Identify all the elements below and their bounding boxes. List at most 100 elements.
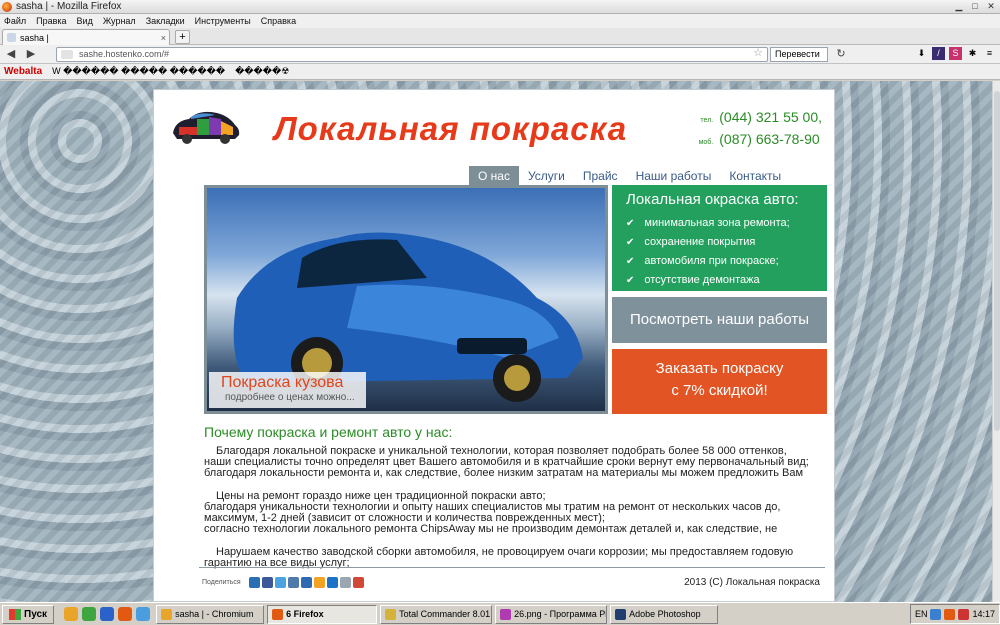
- feature-item: автомобиля при покраске;: [626, 252, 827, 271]
- task-label: Total Commander 8.01 - ...: [399, 608, 491, 619]
- tab-close-icon[interactable]: ×: [161, 33, 166, 43]
- task-firefox[interactable]: 6 Firefox: [267, 604, 378, 624]
- menu-file[interactable]: Файл: [4, 14, 26, 28]
- nav-about[interactable]: О нас: [469, 166, 519, 186]
- ie-icon[interactable]: [100, 607, 115, 621]
- linkedin-icon[interactable]: [248, 577, 260, 588]
- window-controls: ▁ □ ✕: [952, 1, 998, 12]
- phone-1: (044) 321 55 00,: [719, 109, 822, 125]
- chrome-icon[interactable]: [64, 607, 79, 621]
- translate-button[interactable]: Перевести: [770, 47, 828, 62]
- tray-icon[interactable]: [958, 608, 970, 620]
- bookmark-item-3[interactable]: �����☢: [235, 66, 289, 77]
- bookmarks-bar: Webalta W ������ ����� ������ �����☢: [0, 64, 1000, 80]
- blogger-icon[interactable]: [300, 577, 312, 588]
- order-line-2: с 7% скидкой!: [671, 382, 768, 399]
- task-label: sasha | - Chromium: [175, 608, 254, 619]
- menu-tools[interactable]: Инструменты: [195, 14, 251, 28]
- nav-price[interactable]: Прайс: [574, 166, 627, 186]
- toolbar-icons: ⬇ / S ✱ ≡: [915, 47, 996, 60]
- forward-icon[interactable]: ▶: [22, 47, 40, 62]
- bookmark-star-icon[interactable]: ☆: [753, 47, 763, 60]
- menu-view[interactable]: Вид: [77, 14, 93, 28]
- tray-icon[interactable]: [944, 608, 956, 620]
- features-title: Локальная окраска авто:: [626, 191, 799, 208]
- car-logo-icon: [173, 111, 240, 144]
- navigation-bar: ◀ ▶ sashe.hostenko.com/# ☆ Перевести ↻ ⬇…: [0, 45, 1000, 64]
- site-identity-icon[interactable]: [61, 50, 73, 59]
- phone-label-1: тел.: [700, 117, 714, 124]
- share-bar: Поделиться: [202, 577, 364, 588]
- vk-icon[interactable]: [287, 577, 299, 588]
- back-icon[interactable]: ◀: [2, 47, 20, 62]
- photoshop-icon: [615, 608, 627, 620]
- tab-strip: sasha | × +: [0, 28, 1000, 45]
- total-commander-icon: [385, 608, 397, 620]
- task-chromium[interactable]: sasha | - Chromium: [156, 604, 265, 624]
- menu-icon[interactable]: ≡: [983, 47, 996, 60]
- task-photoshop[interactable]: Adobe Photoshop: [610, 604, 719, 624]
- s-addon-icon[interactable]: S: [949, 47, 962, 60]
- menu-bookmarks[interactable]: Закладки: [146, 14, 185, 28]
- menu-bar: Файл Правка Вид Журнал Закладки Инструме…: [0, 14, 1000, 28]
- menu-help[interactable]: Справка: [261, 14, 296, 28]
- share-label: Поделиться: [202, 579, 241, 586]
- mailru-icon[interactable]: [326, 577, 338, 588]
- order-discount-button[interactable]: Заказать покраску с 7% скидкой!: [612, 349, 827, 414]
- link-icon[interactable]: [339, 577, 351, 588]
- addon-icon[interactable]: /: [932, 47, 945, 60]
- hero-caption[interactable]: Покраска кузова подробнее о ценах можно.…: [209, 372, 366, 408]
- feature-item: сохранение покрытия: [626, 233, 827, 252]
- tab-sasha[interactable]: sasha | ×: [2, 29, 170, 45]
- nav-services[interactable]: Услуги: [519, 166, 574, 186]
- start-button[interactable]: Пуск: [2, 604, 55, 624]
- twitter-icon[interactable]: [274, 577, 286, 588]
- view-works-button[interactable]: Посмотреть наши работы: [612, 297, 827, 343]
- vertical-scrollbar[interactable]: [992, 81, 1000, 602]
- hero-caption-title: Покраска кузова: [221, 374, 344, 391]
- menu-edit[interactable]: Правка: [36, 14, 66, 28]
- reload-icon[interactable]: ↻: [832, 47, 850, 62]
- features-box: Локальная окраска авто: минимальная зона…: [612, 185, 827, 291]
- why-heading: Почему покраска и ремонт авто у нас:: [204, 424, 453, 440]
- feature-item: минимальная зона ремонта;: [626, 214, 827, 233]
- taskbar: Пуск sasha | - Chromium 6 Firefox Total …: [0, 602, 1000, 625]
- firefox-icon: [2, 1, 12, 12]
- nav-contacts[interactable]: Контакты: [720, 166, 790, 186]
- bookmark-item-2[interactable]: W ������ ����� ������: [52, 66, 225, 77]
- footer-divider: [199, 567, 825, 568]
- windows-logo-icon: [9, 608, 21, 620]
- nav-works[interactable]: Наши работы: [627, 166, 721, 186]
- task-total-commander[interactable]: Total Commander 8.01 - ...: [380, 604, 493, 624]
- minimize-button[interactable]: ▁: [952, 1, 966, 12]
- start-label: Пуск: [24, 608, 48, 620]
- app-icon[interactable]: [82, 607, 97, 621]
- site-title: Локальная покраска: [274, 110, 628, 147]
- googleplus-icon[interactable]: [352, 577, 364, 588]
- tray-icon[interactable]: [930, 608, 942, 620]
- app2-icon[interactable]: [136, 607, 151, 621]
- odnoklassniki-icon[interactable]: [313, 577, 325, 588]
- new-tab-button[interactable]: +: [175, 30, 190, 44]
- phone-2: (087) 663-78-90: [719, 131, 820, 147]
- bookmark-webalta[interactable]: Webalta: [4, 66, 42, 77]
- hero-banner[interactable]: Покраска кузова подробнее о ценах можно.…: [204, 185, 608, 414]
- scrollbar-thumb[interactable]: [994, 91, 1000, 431]
- language-indicator[interactable]: EN: [915, 609, 928, 619]
- page-icon: [7, 33, 16, 42]
- url-bar[interactable]: sashe.hostenko.com/# ☆: [56, 47, 768, 62]
- task-picasa[interactable]: 26.png - Программа Pica...: [495, 604, 608, 624]
- menu-history[interactable]: Журнал: [103, 14, 136, 28]
- download-icon[interactable]: ⬇: [915, 47, 928, 60]
- close-button[interactable]: ✕: [984, 1, 998, 12]
- para1-line3: благодаря локальности ремонта и, как сле…: [204, 467, 804, 479]
- tools-icon[interactable]: ✱: [966, 47, 979, 60]
- window-title: sasha | - Mozilla Firefox: [16, 1, 122, 12]
- firefox-launch-icon[interactable]: [118, 607, 133, 621]
- phone-label-2: моб.: [698, 139, 714, 146]
- chromium-icon: [161, 608, 173, 620]
- copyright: 2013 (C) Локальная покраска: [684, 577, 820, 588]
- firefox-task-icon: [272, 608, 284, 620]
- facebook-icon[interactable]: [261, 577, 273, 588]
- maximize-button[interactable]: □: [968, 1, 982, 12]
